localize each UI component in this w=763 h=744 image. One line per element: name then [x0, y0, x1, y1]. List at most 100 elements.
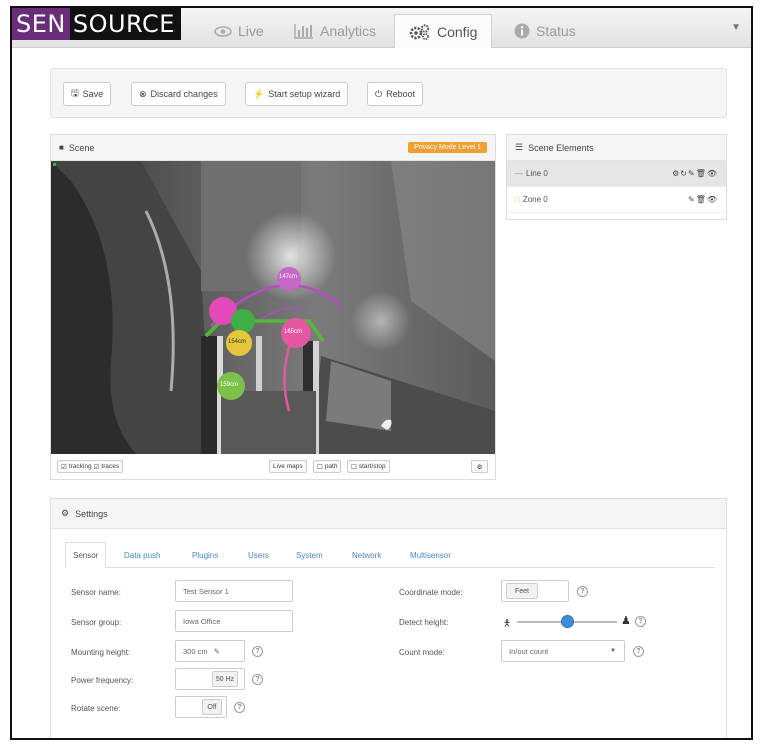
save-button-label: Save	[82, 89, 104, 99]
reboot-button[interactable]: ⏻ Reboot	[367, 82, 424, 106]
discard-changes-button[interactable]: ⊗ Discard changes	[131, 82, 226, 106]
discard-button-label: Discard changes	[150, 89, 218, 99]
scene-element-label: Line 0	[526, 169, 548, 178]
logo-part-sen: SEN	[12, 8, 70, 40]
nav-tab-label: Status	[536, 23, 576, 39]
save-button[interactable]: 🖫 Save	[63, 82, 112, 106]
nav-tab-config[interactable]: Config	[394, 14, 493, 48]
zone-label: 159cm	[220, 382, 239, 388]
scene-elements-panel: ☰ Scene Elements — Line 0 ⚙↻✎🗑👁 □ Zone 0…	[506, 134, 727, 220]
person-tall-icon: ♟	[621, 615, 631, 627]
tab-data-push[interactable]: Data push	[117, 542, 167, 568]
settings-panel: ⚙ Settings Sensor Data push Plugins User…	[50, 498, 727, 738]
help-icon[interactable]: ?	[577, 586, 588, 597]
line-icon: —	[515, 169, 523, 178]
help-icon[interactable]: ?	[635, 616, 646, 627]
start-stop-checkbox[interactable]: ☐ start/stop	[347, 460, 390, 473]
start-setup-wizard-button[interactable]: ⚡ Start setup wizard	[245, 82, 349, 106]
nav-tab-label: Config	[437, 23, 478, 40]
video-camera-icon: ■	[59, 143, 64, 152]
nav-tab-status[interactable]: Status	[500, 14, 590, 48]
scene-image	[51, 161, 495, 454]
tracking-checkbox[interactable]: ☑ tracking ☑ traces	[57, 460, 124, 473]
tab-multisensor[interactable]: Multisensor	[403, 542, 458, 568]
info-circle-icon	[514, 23, 530, 39]
help-icon[interactable]: ?	[633, 646, 644, 657]
wizard-button-label: Start setup wizard	[268, 89, 341, 99]
top-navbar: SEN SOURCE Live Analytics Config Status …	[12, 8, 751, 48]
settings-header: ⚙ Settings	[51, 499, 726, 529]
power-icon: ⏻	[375, 88, 383, 99]
tab-sensor[interactable]: Sensor	[65, 542, 107, 568]
scene-title: Scene	[68, 142, 95, 153]
nav-tab-live[interactable]: Live	[200, 14, 278, 48]
mounting-height-input[interactable]: 300 cm ✎	[175, 640, 245, 662]
nav-dropdown-caret-icon[interactable]: ▼	[731, 22, 741, 33]
detect-height-slider[interactable]: 🯅 ♟	[503, 613, 631, 631]
scene-panel-header: ■ Scene Privacy Mode Level 1	[51, 135, 495, 161]
live-maps-button[interactable]: Live maps	[269, 460, 307, 473]
traces-label: traces	[101, 463, 120, 470]
coordinate-mode-value: Feet	[506, 583, 538, 599]
scene-element-label: Zone 0	[522, 195, 548, 204]
help-icon[interactable]: ?	[252, 674, 263, 685]
zone-label: 154cm	[228, 339, 247, 345]
config-toolbar: 🖫 Save ⊗ Discard changes ⚡ Start setup w…	[50, 68, 727, 118]
gear-icon: ⚙	[476, 463, 483, 471]
logo-part-source: SOURCE	[69, 8, 181, 40]
unchecked-box-icon: ☐	[317, 463, 323, 471]
tab-users[interactable]: Users	[241, 542, 276, 568]
rotate-scene-label: Rotate scene:	[71, 704, 121, 713]
rotate-scene-value: Off	[202, 699, 222, 715]
coordinate-mode-toggle[interactable]: Feet	[501, 580, 569, 602]
tab-system[interactable]: System	[289, 542, 330, 568]
power-frequency-select[interactable]: 50 Hz	[175, 668, 245, 690]
eye-icon	[214, 25, 232, 37]
tracking-label: tracking	[68, 463, 92, 470]
scene-panel: ■ Scene Privacy Mode Level 1 147cm 154cm…	[50, 134, 496, 480]
settings-title: Settings	[75, 508, 108, 519]
floppy-disk-icon: 🖫	[71, 88, 79, 98]
scene-elements-title: Scene Elements	[528, 142, 594, 153]
help-icon[interactable]: ?	[234, 702, 245, 713]
count-mode-select[interactable]: In/out count ▼	[501, 640, 625, 662]
gears-icon	[409, 23, 430, 40]
tab-plugins[interactable]: Plugins	[185, 542, 225, 568]
brand-logo: SEN SOURCE	[12, 8, 181, 40]
path-label: path	[324, 463, 338, 470]
zone-icon: □	[515, 195, 520, 204]
start-stop-label: start/stop	[358, 463, 386, 470]
privacy-mode-badge: Privacy Mode Level 1	[408, 142, 487, 153]
unchecked-box-icon: ☐	[351, 463, 357, 471]
coordinate-mode-label: Coordinate mode:	[399, 588, 463, 597]
edit-icon: ✎	[213, 646, 220, 656]
remove-circle-icon: ⊗	[139, 88, 147, 99]
path-checkbox[interactable]: ☐ path	[313, 460, 342, 473]
logo-part-s: S	[72, 10, 89, 38]
scene-settings-button[interactable]: ⚙	[471, 460, 488, 473]
power-frequency-label: Power frequency:	[71, 676, 134, 685]
gears-icon: ⚙	[61, 508, 70, 518]
scene-camera-view[interactable]: 147cm 154cm 165cm 159cm	[51, 161, 495, 454]
rotate-scene-toggle[interactable]: Off	[175, 696, 227, 718]
line-element-tools[interactable]: ⚙↻✎🗑👁	[672, 169, 718, 178]
scene-element-zone-0[interactable]: □ Zone 0 ✎🗑👁	[507, 187, 726, 213]
checked-box-icon: ☑	[61, 463, 67, 471]
scene-footer: ☑ tracking ☑ traces Live maps ☐ path ☐ s…	[51, 454, 495, 479]
sensor-group-input[interactable]: Iowa Office	[175, 610, 293, 632]
zone-element-tools[interactable]: ✎🗑👁	[688, 195, 718, 204]
zone-label: 165cm	[284, 329, 303, 335]
nav-tab-label: Analytics	[320, 23, 377, 39]
help-icon[interactable]: ?	[252, 646, 263, 657]
scene-element-line-0[interactable]: — Line 0 ⚙↻✎🗑👁	[507, 161, 726, 187]
count-mode-value: In/out count	[509, 646, 549, 656]
nav-tab-analytics[interactable]: Analytics	[280, 14, 390, 48]
checked-box-icon: ☑	[93, 463, 100, 471]
sensor-name-input[interactable]: Test Sensor 1	[175, 580, 293, 602]
live-maps-label: Live maps	[273, 463, 303, 470]
slider-handle[interactable]	[561, 615, 574, 628]
sensor-name-label: Sensor name:	[71, 588, 121, 597]
bar-chart-icon	[294, 24, 313, 39]
tab-network[interactable]: Network	[345, 542, 388, 568]
power-frequency-value: 50 Hz	[212, 671, 238, 687]
